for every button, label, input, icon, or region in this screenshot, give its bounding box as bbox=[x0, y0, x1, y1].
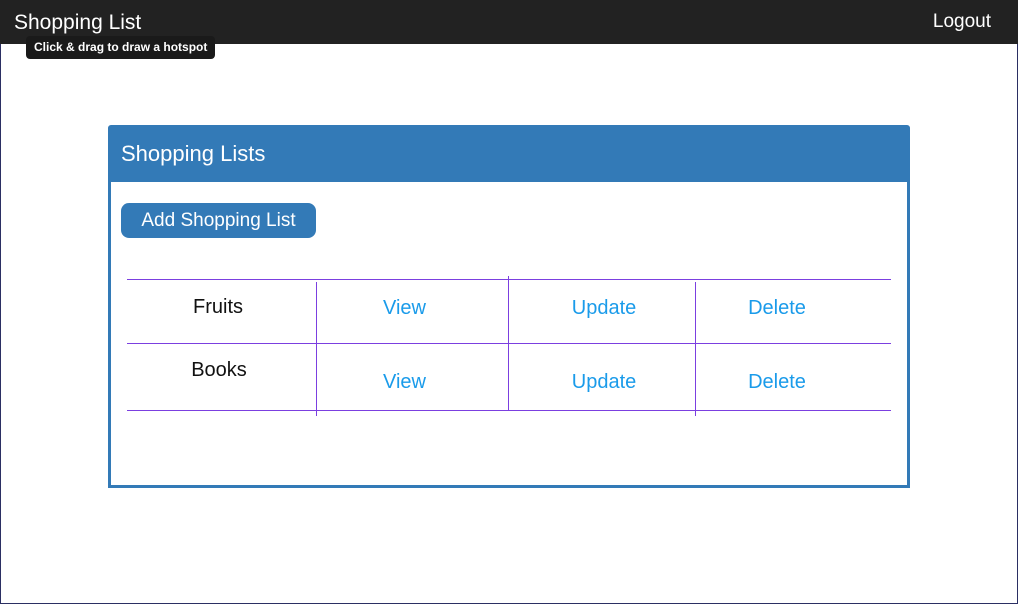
panel-title: Shopping Lists bbox=[121, 141, 266, 166]
update-link[interactable]: Update bbox=[509, 370, 699, 394]
view-link[interactable]: View bbox=[317, 370, 492, 394]
table-border-bottom bbox=[127, 410, 891, 411]
list-name: Books bbox=[191, 359, 247, 381]
brand-link[interactable]: Shopping List bbox=[14, 10, 141, 36]
delete-link[interactable]: Delete bbox=[696, 296, 858, 320]
panel-heading: Shopping Lists bbox=[108, 125, 910, 181]
table-row-divider bbox=[127, 343, 891, 344]
logout-link[interactable]: Logout bbox=[933, 10, 991, 34]
table-border-top bbox=[127, 279, 891, 280]
list-name: Fruits bbox=[193, 296, 243, 318]
hotspot-tooltip: Click & drag to draw a hotspot bbox=[26, 36, 216, 59]
view-link[interactable]: View bbox=[317, 296, 492, 320]
update-link[interactable]: Update bbox=[509, 296, 699, 320]
add-shopping-list-button[interactable]: Add Shopping List bbox=[121, 203, 316, 238]
delete-link[interactable]: Delete bbox=[696, 370, 858, 394]
